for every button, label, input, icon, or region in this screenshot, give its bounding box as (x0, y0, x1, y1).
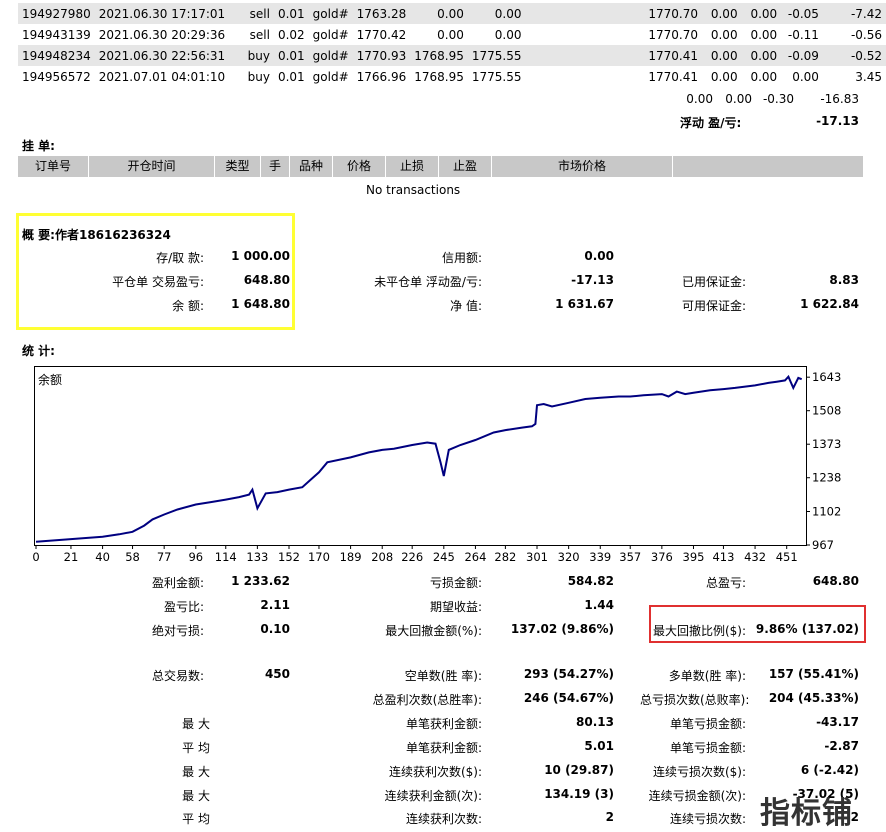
x-tick-label: 301 (526, 550, 548, 564)
x-tick-label: 357 (619, 550, 641, 564)
stat-label: 最 大 (182, 765, 210, 779)
stat-label: 连续获利次数: (405, 812, 482, 826)
x-tick-label: 152 (278, 550, 300, 564)
stat-label: 最 大 (182, 789, 210, 803)
stat-value: 5.01 (584, 739, 614, 753)
x-tick-label: 432 (744, 550, 766, 564)
balance-line (35, 374, 803, 543)
stat-value: 2.11 (260, 598, 290, 612)
stat-value: 450 (264, 667, 290, 681)
stat-value: 0.10 (260, 622, 290, 636)
x-tick-label: 395 (683, 550, 705, 564)
x-tick-label: 170 (308, 550, 330, 564)
stat-label: 最大回撤金额(%): (385, 624, 482, 638)
stat-label: 亏损金额: (429, 576, 482, 590)
stat-value: -2.87 (824, 739, 859, 753)
stat-label: 单笔亏损金额: (669, 717, 746, 731)
stat-value: 1.44 (584, 598, 614, 612)
stat-label: 多单数(胜 率): (668, 669, 746, 683)
stat-value: 10 (29.87) (544, 763, 614, 777)
stat-label: 连续获利次数($): (388, 765, 482, 779)
stat-label: 盈利金额: (151, 576, 204, 590)
stat-label: 总交易数: (151, 669, 204, 683)
x-tick-label: 245 (433, 550, 455, 564)
stat-label: 单笔获利金额: (405, 717, 482, 731)
stat-value: 293 (54.27%) (523, 667, 614, 681)
x-tick-label: 376 (651, 550, 673, 564)
stat-label: 单笔亏损金额: (669, 741, 746, 755)
stat-label: 平 均 (182, 812, 210, 826)
stat-value: 204 (45.33%) (768, 691, 859, 705)
x-tick-label: 58 (125, 550, 140, 564)
x-tick-label: 226 (401, 550, 423, 564)
y-tick-label: 967 (812, 538, 834, 552)
x-tick-label: 133 (246, 550, 268, 564)
stat-label: 连续获利金额(次): (384, 789, 482, 803)
x-tick-label: 96 (188, 550, 203, 564)
x-tick-label: 320 (558, 550, 580, 564)
x-tick-label: 451 (776, 550, 798, 564)
stat-label: 期望收益: (429, 600, 482, 614)
y-tick-label: 1373 (812, 437, 841, 451)
x-tick-label: 114 (215, 550, 237, 564)
stat-value: 6 (-2.42) (800, 763, 859, 777)
stat-value: 80.13 (576, 715, 614, 729)
stat-label: 总盈利次数(总胜率): (372, 693, 482, 707)
y-tick-label: 1238 (812, 471, 841, 485)
stat-label: 总盈亏: (705, 576, 746, 590)
balance-chart: 0 21 40 58 77 96 114 133 152 170 189 208 226 245 264 28… (32, 370, 841, 564)
x-tick-label: 21 (64, 550, 79, 564)
y-tick-label: 1508 (812, 404, 841, 418)
stat-label: 单笔获利金额: (405, 741, 482, 755)
x-tick-label: 282 (494, 550, 516, 564)
x-tick-label: 413 (712, 550, 734, 564)
watermark-text: 指标铺 (760, 796, 853, 831)
stat-label: 总亏损次数(总败率): (640, 693, 750, 707)
stat-value: -43.17 (816, 715, 859, 729)
drawdown-highlight (649, 605, 866, 643)
x-tick-label: 77 (157, 550, 172, 564)
x-tick-label: 0 (32, 550, 39, 564)
stat-label: 最 大 (182, 717, 210, 731)
stat-value: 2 (605, 810, 614, 824)
x-tick-label: 264 (464, 550, 486, 564)
stat-label: 连续亏损次数($): (652, 765, 746, 779)
stat-label: 盈亏比: (163, 600, 204, 614)
stat-value: 134.19 (3) (544, 787, 614, 801)
stat-label: 连续亏损金额(次): (648, 789, 746, 803)
y-tick-label: 1102 (812, 504, 841, 518)
stat-label: 平 均 (182, 741, 210, 755)
x-tick-label: 189 (340, 550, 362, 564)
stat-value: 157 (55.41%) (768, 667, 859, 681)
x-tick-label: 208 (371, 550, 393, 564)
stat-label: 空单数(胜 率): (404, 669, 482, 683)
stat-label: 绝对亏损: (151, 624, 204, 638)
x-tick-label: 40 (95, 550, 110, 564)
stat-value: 1 233.62 (231, 574, 290, 588)
stat-label: 连续亏损次数: (669, 812, 746, 826)
stat-value: 584.82 (567, 574, 614, 588)
x-tick-label: 339 (589, 550, 611, 564)
stat-value: 137.02 (9.86%) (510, 622, 614, 636)
stat-value: 648.80 (812, 574, 859, 588)
y-tick-label: 1643 (812, 370, 841, 384)
stat-value: 246 (54.67%) (523, 691, 614, 705)
